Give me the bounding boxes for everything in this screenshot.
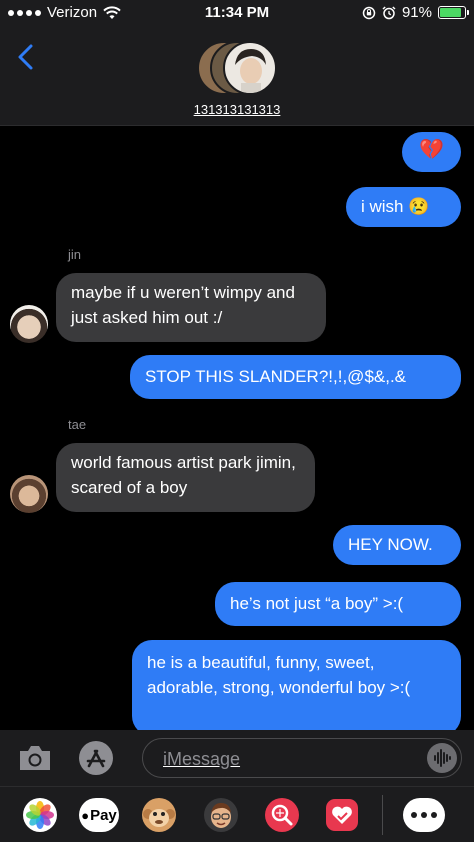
status-bar: Verizon 11:34 PM 91% — [0, 0, 474, 28]
outgoing-message[interactable]: 💔 — [402, 132, 461, 172]
outgoing-message[interactable]: he is a beautiful, funny, sweet, adorabl… — [132, 640, 461, 730]
outgoing-message[interactable]: STOP THIS SLANDER?!,!,@$&,.& — [130, 355, 461, 399]
battery-icon — [438, 6, 469, 19]
status-right: 91% — [362, 4, 469, 21]
digital-touch-heart-icon[interactable] — [325, 798, 359, 832]
audio-message-button[interactable] — [427, 743, 457, 773]
battery-percent: 91% — [401, 4, 432, 21]
sender-avatar — [10, 305, 48, 343]
sender-name: jin — [68, 247, 82, 262]
photos-app-icon[interactable] — [23, 798, 57, 832]
battery-fill — [440, 8, 461, 17]
camera-icon[interactable] — [16, 742, 54, 774]
apple-pay-icon[interactable]: ● Pay — [79, 798, 119, 832]
group-avatar-front — [223, 41, 277, 95]
waveform-icon — [434, 749, 451, 767]
message-input[interactable] — [161, 739, 415, 779]
incoming-message[interactable]: world famous artist park jimin, scared o… — [56, 443, 315, 512]
animoji-monkey-icon[interactable] — [142, 798, 176, 832]
group-name[interactable]: 131313131313 — [0, 102, 474, 117]
more-apps-icon[interactable] — [403, 798, 445, 832]
face-photo — [235, 49, 266, 93]
apple-logo-icon: ● — [81, 807, 90, 823]
outgoing-message[interactable]: HEY NOW. — [333, 525, 461, 565]
app-drawer: ● Pay — [0, 786, 474, 842]
alarm-icon — [382, 5, 396, 19]
sender-name: tae — [68, 417, 87, 432]
apple-pay-label: Pay — [90, 806, 117, 824]
app-store-icon[interactable] — [78, 740, 114, 776]
message-thread[interactable]: 💔 i wish 😢 jin maybe if u weren’t wimpy … — [0, 126, 474, 730]
group-avatars[interactable] — [197, 40, 279, 96]
sender-avatar — [10, 475, 48, 513]
rotation-lock-icon — [362, 6, 376, 19]
outgoing-message[interactable]: i wish 😢 — [346, 187, 461, 227]
composer-bar — [0, 730, 474, 786]
message-input-field[interactable] — [142, 738, 462, 779]
back-chevron-icon[interactable] — [14, 42, 38, 72]
memoji-icon[interactable] — [204, 798, 238, 832]
app-drawer-divider — [382, 795, 383, 835]
outgoing-message[interactable]: he’s not just “a boy” >:( — [215, 582, 461, 626]
search-images-icon[interactable] — [265, 798, 299, 832]
incoming-message[interactable]: maybe if u weren’t wimpy and just asked … — [56, 273, 326, 342]
conversation-header: 131313131313 — [0, 28, 474, 126]
